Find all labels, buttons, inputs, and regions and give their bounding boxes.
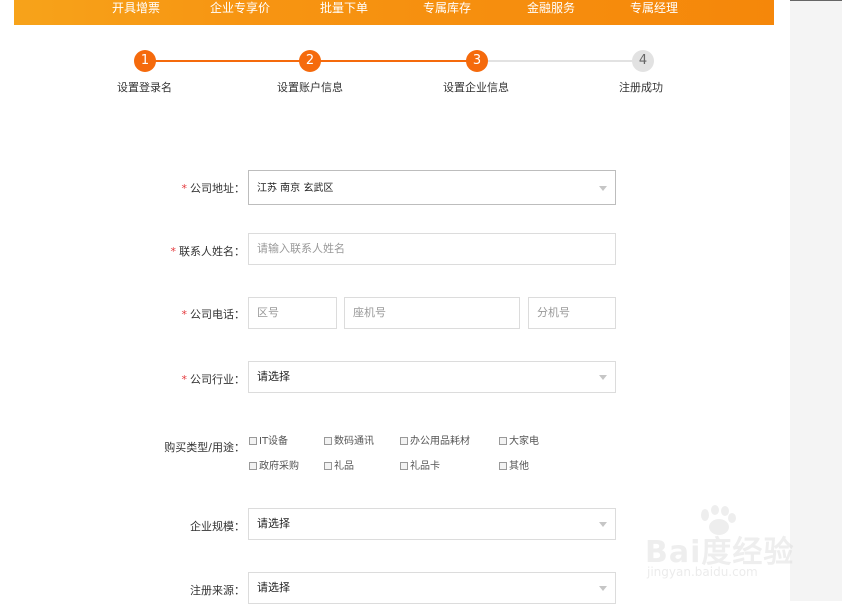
industry-label: * 公司行业： xyxy=(181,373,246,386)
checkbox-icon[interactable] xyxy=(400,462,408,470)
checkbox-icon[interactable] xyxy=(499,437,507,445)
step-2-circle: 2 xyxy=(299,50,321,72)
checkbox-icon[interactable] xyxy=(249,462,257,470)
watermark-url: jingyan.baidu.com xyxy=(647,565,758,579)
checkbox-icon[interactable] xyxy=(499,462,507,470)
step-track-remaining xyxy=(478,60,643,62)
scale-label: 企业规模： xyxy=(190,520,245,533)
chevron-down-icon xyxy=(599,522,607,527)
source-select[interactable]: 请选择 xyxy=(248,572,616,604)
checkbox-icon[interactable] xyxy=(324,437,332,445)
required-mark: * xyxy=(181,308,188,321)
nav-item-vat-invoice[interactable]: 开具增票 xyxy=(112,0,160,18)
required-mark: * xyxy=(181,182,188,195)
purchase-option-gift-card[interactable]: 礼品卡 xyxy=(400,457,440,472)
contact-name-input[interactable]: 请输入联系人姓名 xyxy=(248,233,616,265)
address-label: * 公司地址： xyxy=(181,182,246,195)
purchase-option-office[interactable]: 办公用品耗材 xyxy=(400,432,470,447)
purchase-option-gift[interactable]: 礼品 xyxy=(324,457,354,472)
step-4-label: 注册成功 xyxy=(619,81,663,94)
chevron-down-icon xyxy=(599,586,607,591)
industry-value: 请选择 xyxy=(257,370,290,383)
purchase-type-label: 购买类型/用途： xyxy=(164,441,245,454)
nav-item-finance[interactable]: 金融服务 xyxy=(527,0,575,18)
phone-label: * 公司电话： xyxy=(181,308,246,321)
required-mark: * xyxy=(181,373,188,386)
step-4-circle: 4 xyxy=(632,50,654,72)
baidu-jingyan-watermark: Bai度经验 jingyan.baidu.com xyxy=(645,505,795,585)
page-side-gutter xyxy=(790,0,842,601)
purchase-option-digital[interactable]: 数码通讯 xyxy=(324,432,374,447)
nav-item-account-manager[interactable]: 专属经理 xyxy=(630,0,678,18)
checkbox-icon[interactable] xyxy=(249,437,257,445)
source-value: 请选择 xyxy=(257,581,290,594)
chevron-down-icon xyxy=(599,185,607,191)
contact-label: * 联系人姓名： xyxy=(170,245,246,258)
nav-item-bulk-order[interactable]: 批量下单 xyxy=(320,0,368,18)
source-label: 注册来源： xyxy=(190,584,245,597)
step-1-label: 设置登录名 xyxy=(117,81,172,94)
scale-select[interactable]: 请选择 xyxy=(248,508,616,540)
chevron-down-icon xyxy=(599,375,607,380)
checkbox-icon[interactable] xyxy=(400,437,408,445)
landline-input[interactable]: 座机号 xyxy=(344,297,520,329)
extension-input[interactable]: 分机号 xyxy=(528,297,616,329)
purchase-option-other[interactable]: 其他 xyxy=(499,457,529,472)
checkbox-icon[interactable] xyxy=(324,462,332,470)
step-2-label: 设置账户信息 xyxy=(277,81,343,94)
address-select[interactable]: 江苏 南京 玄武区 xyxy=(248,170,616,205)
step-3-label: 设置企业信息 xyxy=(443,81,509,94)
industry-select[interactable]: 请选择 xyxy=(248,361,616,393)
purchase-option-it[interactable]: IT设备 xyxy=(249,432,288,447)
address-value: 江苏 南京 玄武区 xyxy=(257,183,334,194)
top-nav-bar: 开具增票 企业专享价 批量下单 专属库存 金融服务 专属经理 xyxy=(14,0,774,25)
purchase-option-government[interactable]: 政府采购 xyxy=(249,457,299,472)
purchase-option-appliance[interactable]: 大家电 xyxy=(499,432,539,447)
scale-value: 请选择 xyxy=(257,517,290,530)
nav-item-enterprise-price[interactable]: 企业专享价 xyxy=(210,0,270,18)
step-1-circle: 1 xyxy=(134,50,156,72)
gutter-divider xyxy=(790,0,842,1)
nav-item-exclusive-stock[interactable]: 专属库存 xyxy=(423,0,471,18)
required-mark: * xyxy=(170,245,177,258)
step-3-circle: 3 xyxy=(466,50,488,72)
area-code-input[interactable]: 区号 xyxy=(248,297,337,329)
